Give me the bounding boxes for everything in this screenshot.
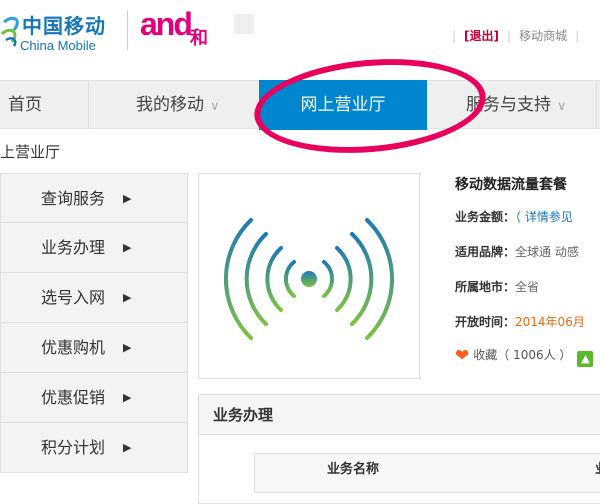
product-brand-row: 适用品牌：全球通 动感 bbox=[455, 243, 579, 260]
nav-service-support[interactable]: 服务与支持 ∨ bbox=[466, 81, 567, 129]
thumbs-up-icon[interactable]: ▲ bbox=[577, 351, 594, 367]
sidebar-item-promotions[interactable]: 优惠促销 ▶ bbox=[0, 373, 188, 423]
sidebar-item-number[interactable]: 选号入网 ▶ bbox=[0, 273, 188, 323]
top-sep: | bbox=[507, 29, 512, 43]
product-region-row: 所属地市：全省 bbox=[455, 278, 539, 295]
nav-service-label: 服务与支持 bbox=[466, 95, 551, 115]
brand-value: 全球通 动感 bbox=[515, 245, 579, 259]
nav-home-label: 首页 bbox=[8, 95, 42, 115]
sidebar-menu: 查询服务 ▶ 业务办理 ▶ 选号入网 ▶ 优惠购机 ▶ 优惠促销 ▶ 积分计划 ▶ bbox=[0, 173, 188, 473]
triangle-right-icon: ▶ bbox=[123, 341, 132, 354]
logo-divider bbox=[127, 10, 128, 50]
sidebar-item-business[interactable]: 业务办理 ▶ bbox=[0, 223, 188, 273]
mall-link[interactable]: 移动商城 bbox=[519, 29, 567, 43]
sidebar-item-label: 优惠促销 bbox=[41, 388, 106, 407]
breadcrumb: 上营业厅 bbox=[0, 143, 61, 161]
region-value: 全省 bbox=[515, 280, 540, 294]
nav-online-hall-label: 网上营业厅 bbox=[300, 95, 386, 115]
business-section: 业务办理 业务名称 业 bbox=[198, 394, 600, 504]
nav-divider bbox=[88, 81, 89, 129]
sidebar-item-points[interactable]: 积分计划 ▶ bbox=[0, 423, 188, 473]
business-header: 业务办理 bbox=[199, 395, 600, 435]
sidebar-item-label: 选号入网 bbox=[41, 288, 106, 307]
china-mobile-en-text: China Mobile bbox=[20, 38, 96, 53]
top-links: | [退出] | 移动商城 | bbox=[444, 27, 587, 44]
triangle-right-icon: ▶ bbox=[123, 192, 132, 205]
product-image bbox=[198, 173, 420, 379]
triangle-right-icon: ▶ bbox=[123, 391, 132, 404]
nav-divider bbox=[596, 81, 597, 129]
chevron-down-icon: ∨ bbox=[210, 99, 220, 114]
wifi-signal-icon bbox=[223, 218, 395, 340]
china-mobile-logo[interactable]: 中国移动 China Mobile bbox=[0, 4, 120, 56]
logout-link[interactable]: [退出] bbox=[464, 29, 499, 43]
nav-my-mobile-label: 我的移动 bbox=[136, 95, 204, 115]
sidebar-item-label: 积分计划 bbox=[41, 438, 106, 457]
he-logo-text: 和 bbox=[190, 28, 208, 49]
product-open-row: 开放时间：2014年06月 bbox=[455, 313, 585, 330]
china-mobile-cn-text: 中国移动 bbox=[22, 14, 106, 38]
triangle-right-icon: ▶ bbox=[123, 441, 132, 454]
main-nav: 首页 我的移动 ∨ 网上营业厅 服务与支持 ∨ bbox=[0, 80, 600, 130]
business-title: 业务办理 bbox=[213, 406, 274, 424]
heart-icon: ❤ bbox=[455, 346, 470, 366]
sidebar-item-label: 业务办理 bbox=[41, 238, 106, 257]
product-fee-row: 业务金额：（ 详情参见 bbox=[455, 208, 573, 225]
business-table-header: 业务名称 业 bbox=[254, 453, 600, 493]
column-business-name: 业务名称 bbox=[327, 462, 380, 477]
chevron-down-icon: ∨ bbox=[557, 99, 567, 114]
nav-online-hall[interactable]: 网上营业厅 bbox=[259, 80, 427, 130]
placeholder-box bbox=[234, 14, 254, 34]
favorite-row[interactable]: ❤ 收藏（ 1006人 ） ▲ bbox=[455, 346, 594, 367]
sidebar-item-query[interactable]: 查询服务 ▶ bbox=[0, 173, 188, 223]
sidebar-item-label: 查询服务 bbox=[41, 189, 106, 208]
and-he-logo[interactable]: and 和 bbox=[138, 4, 218, 56]
triangle-right-icon: ▶ bbox=[123, 241, 132, 254]
brand-label: 适用品牌： bbox=[455, 245, 516, 259]
product-title: 移动数据流量套餐 bbox=[455, 177, 567, 193]
top-sep: | bbox=[452, 29, 457, 43]
favorite-count: 收藏（ 1006人 ） bbox=[473, 348, 572, 362]
open-time-value: 2014年06月 bbox=[515, 315, 585, 329]
top-sep: | bbox=[575, 29, 580, 43]
open-time-label: 开放时间： bbox=[455, 315, 516, 329]
column-other: 业 bbox=[595, 454, 600, 486]
fee-detail-link[interactable]: （ 详情参见 bbox=[515, 210, 573, 224]
and-logo-text: and bbox=[140, 6, 193, 42]
header: 中国移动 China Mobile and 和 | [退出] | 移动商城 | bbox=[0, 0, 600, 80]
sidebar-item-phone-deals[interactable]: 优惠购机 ▶ bbox=[0, 323, 188, 373]
nav-my-mobile[interactable]: 我的移动 ∨ bbox=[136, 81, 220, 129]
fee-label: 业务金额： bbox=[455, 210, 516, 224]
triangle-right-icon: ▶ bbox=[123, 291, 132, 304]
region-label: 所属地市： bbox=[455, 280, 516, 294]
sidebar-item-label: 优惠购机 bbox=[41, 338, 106, 357]
nav-home[interactable]: 首页 bbox=[8, 81, 42, 129]
